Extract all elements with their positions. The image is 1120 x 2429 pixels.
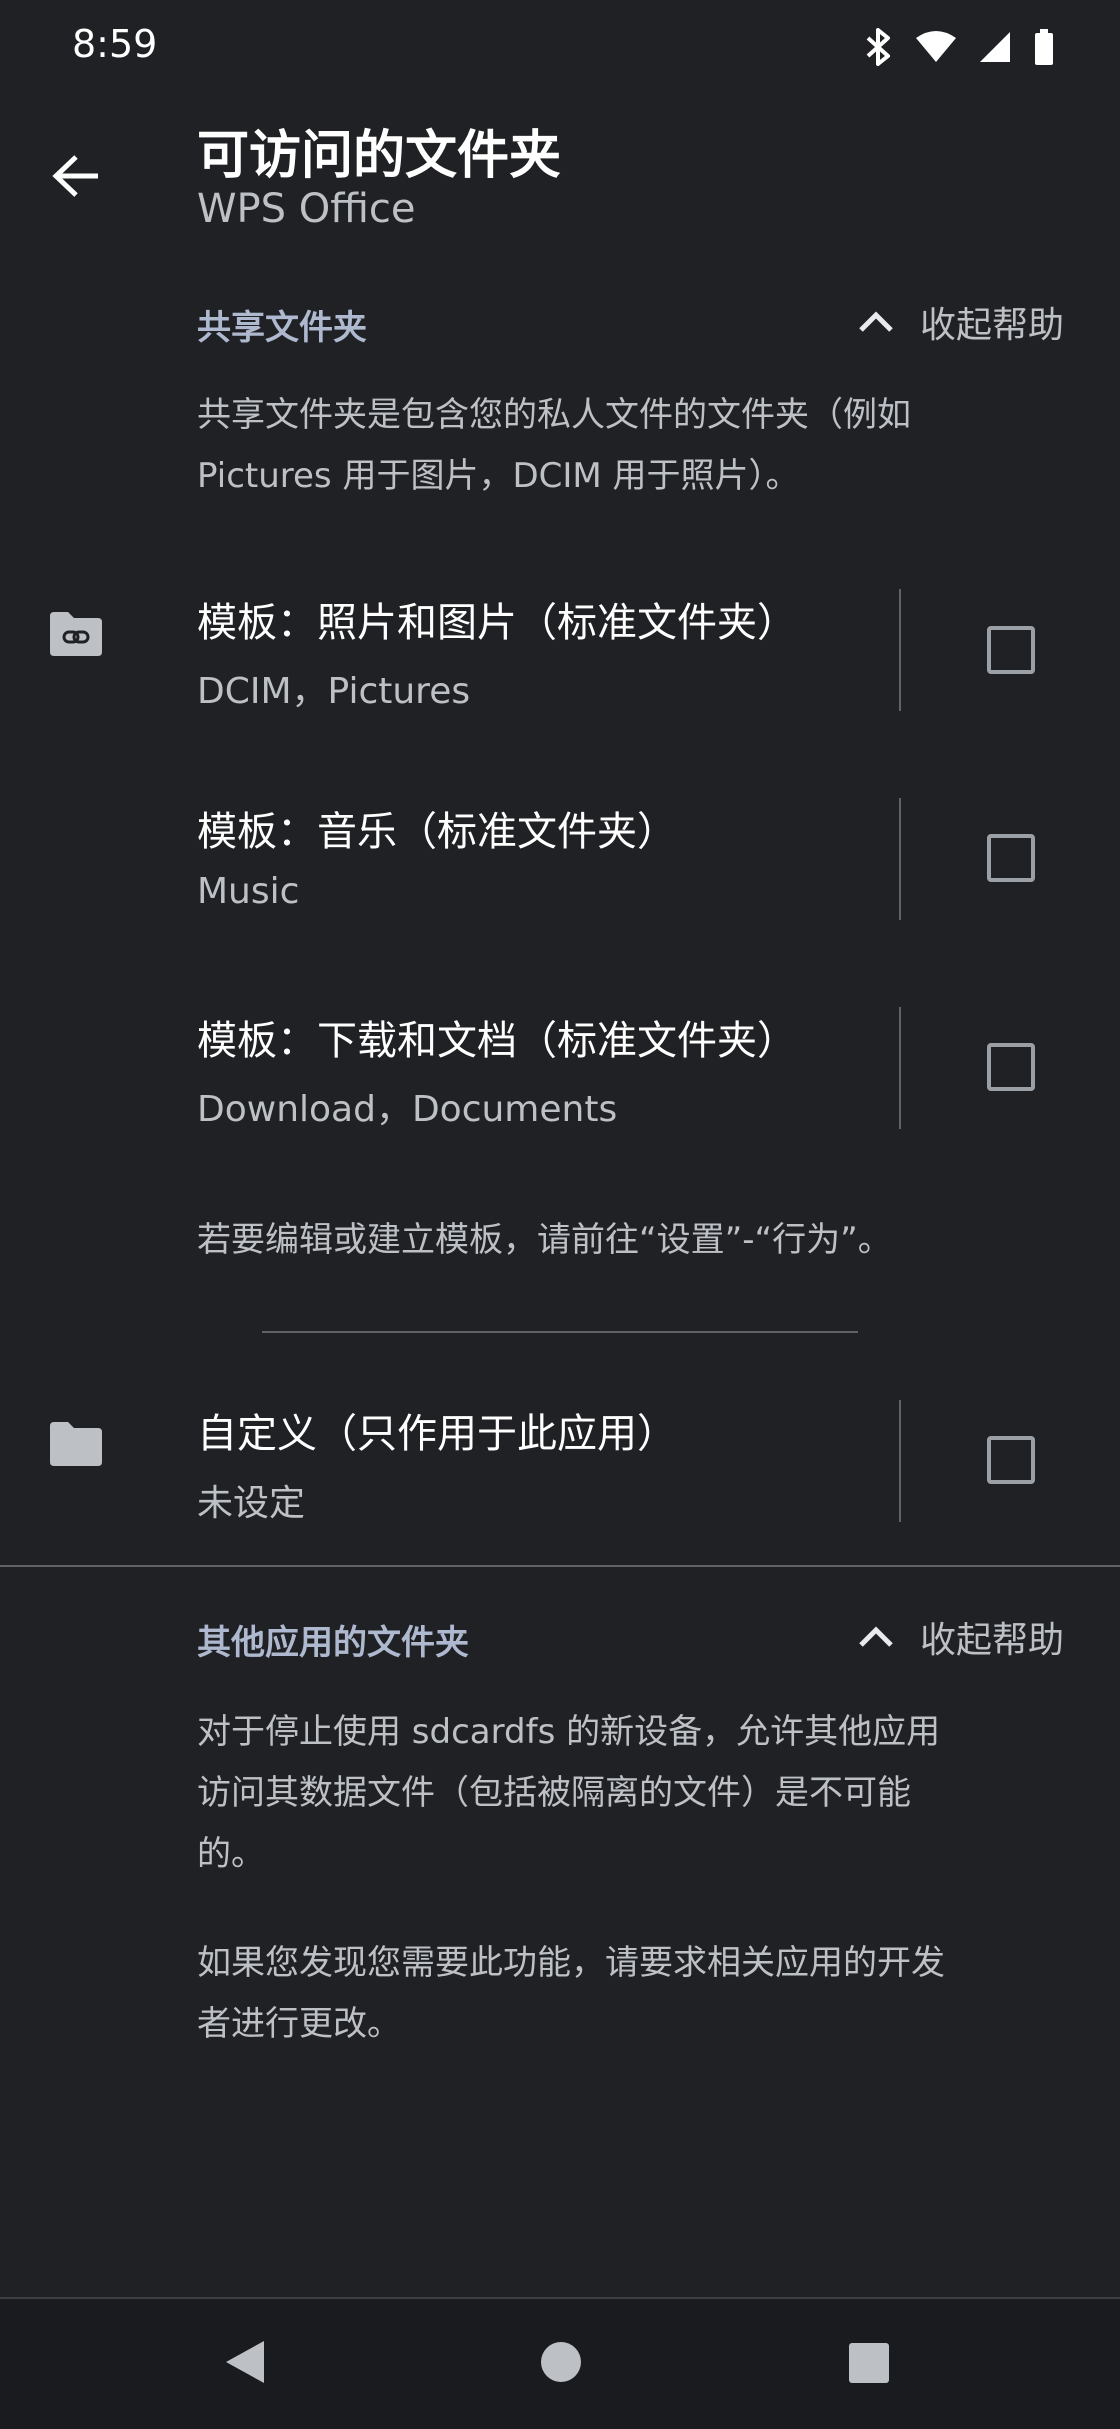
shared-collapse-help-button[interactable]: 收起帮助 xyxy=(858,296,1064,348)
nav-back-icon xyxy=(226,2341,264,2383)
folder-item-subtitle: DCIM，Pictures xyxy=(197,671,471,712)
chevron-up-icon xyxy=(859,1626,893,1647)
row-divider xyxy=(899,798,901,920)
full-divider xyxy=(0,1565,1120,1567)
back-arrow-icon xyxy=(52,155,98,197)
wifi-icon xyxy=(916,30,956,68)
row-divider xyxy=(899,1007,901,1129)
folder-item-title: 模板：照片和图片（标准文件夹） xyxy=(197,600,797,646)
help-line: 共享文件夹是包含您的私人文件的文件夹（例如 xyxy=(197,395,911,435)
folder-item-subtitle: Download，Documents xyxy=(197,1089,618,1130)
help-line: 者进行更改。 xyxy=(197,2004,401,2044)
help-line: 访问其数据文件（包括被隔离的文件）是不可能 xyxy=(197,1773,911,1813)
help-line: 如果您发现您需要此功能，请要求相关应用的开发 xyxy=(197,1943,945,1983)
row-divider xyxy=(899,1400,901,1522)
other-help-text-2: 如果您发现您需要此功能，请要求相关应用的开发 者进行更改。 xyxy=(197,1933,1067,2055)
nav-home-button[interactable] xyxy=(540,2341,582,2387)
navigation-bar xyxy=(0,2297,1120,2429)
shared-folder-icon xyxy=(48,612,104,656)
section-divider xyxy=(262,1331,858,1333)
folder-checkbox[interactable] xyxy=(987,834,1035,882)
folder-item-subtitle: Music xyxy=(197,871,300,912)
template-note: 若要编辑或建立模板，请前往“设置”-“行为”。 xyxy=(197,1220,892,1260)
shared-help-text: 共享文件夹是包含您的私人文件的文件夹（例如 Pictures 用于图片，DCIM… xyxy=(197,385,1067,507)
collapse-label: 收起帮助 xyxy=(919,1620,1064,1661)
nav-home-icon xyxy=(541,2342,581,2382)
custom-item-title: 自定义（只作用于此应用） xyxy=(197,1411,677,1457)
folder-item-title: 模板：音乐（标准文件夹） xyxy=(197,809,677,855)
other-help-text: 对于停止使用 sdcardfs 的新设备，允许其他应用 访问其数据文件（包括被隔… xyxy=(197,1702,1067,1885)
help-line: Pictures 用于图片，DCIM 用于照片）。 xyxy=(197,456,800,496)
row-divider xyxy=(899,589,901,711)
nav-recents-icon xyxy=(849,2343,889,2383)
collapse-label: 收起帮助 xyxy=(919,305,1064,346)
other-section-title: 其他应用的文件夹 xyxy=(197,1623,469,1663)
folder-icon xyxy=(48,1422,104,1466)
chevron-up-icon xyxy=(859,311,893,332)
battery-icon xyxy=(1034,29,1054,69)
nav-back-button[interactable] xyxy=(224,2339,266,2389)
help-line: 的。 xyxy=(197,1834,265,1874)
page-title: 可访问的文件夹 xyxy=(197,126,562,186)
folder-checkbox[interactable] xyxy=(987,626,1035,674)
page-subtitle: WPS Office xyxy=(197,186,416,232)
folder-item-title: 模板：下载和文档（标准文件夹） xyxy=(197,1018,797,1064)
custom-checkbox[interactable] xyxy=(987,1436,1035,1484)
status-icons xyxy=(864,28,1054,70)
other-collapse-help-button[interactable]: 收起帮助 xyxy=(858,1611,1064,1663)
shared-section-title: 共享文件夹 xyxy=(197,308,367,348)
back-button[interactable] xyxy=(40,140,112,212)
nav-recents-button[interactable] xyxy=(849,2343,889,2387)
cellular-signal-icon xyxy=(978,30,1012,68)
status-time: 8:59 xyxy=(72,22,158,66)
folder-checkbox[interactable] xyxy=(987,1043,1035,1091)
bluetooth-icon xyxy=(864,28,894,70)
help-line: 对于停止使用 sdcardfs 的新设备，允许其他应用 xyxy=(197,1712,941,1752)
custom-item-subtitle: 未设定 xyxy=(197,1483,306,1524)
